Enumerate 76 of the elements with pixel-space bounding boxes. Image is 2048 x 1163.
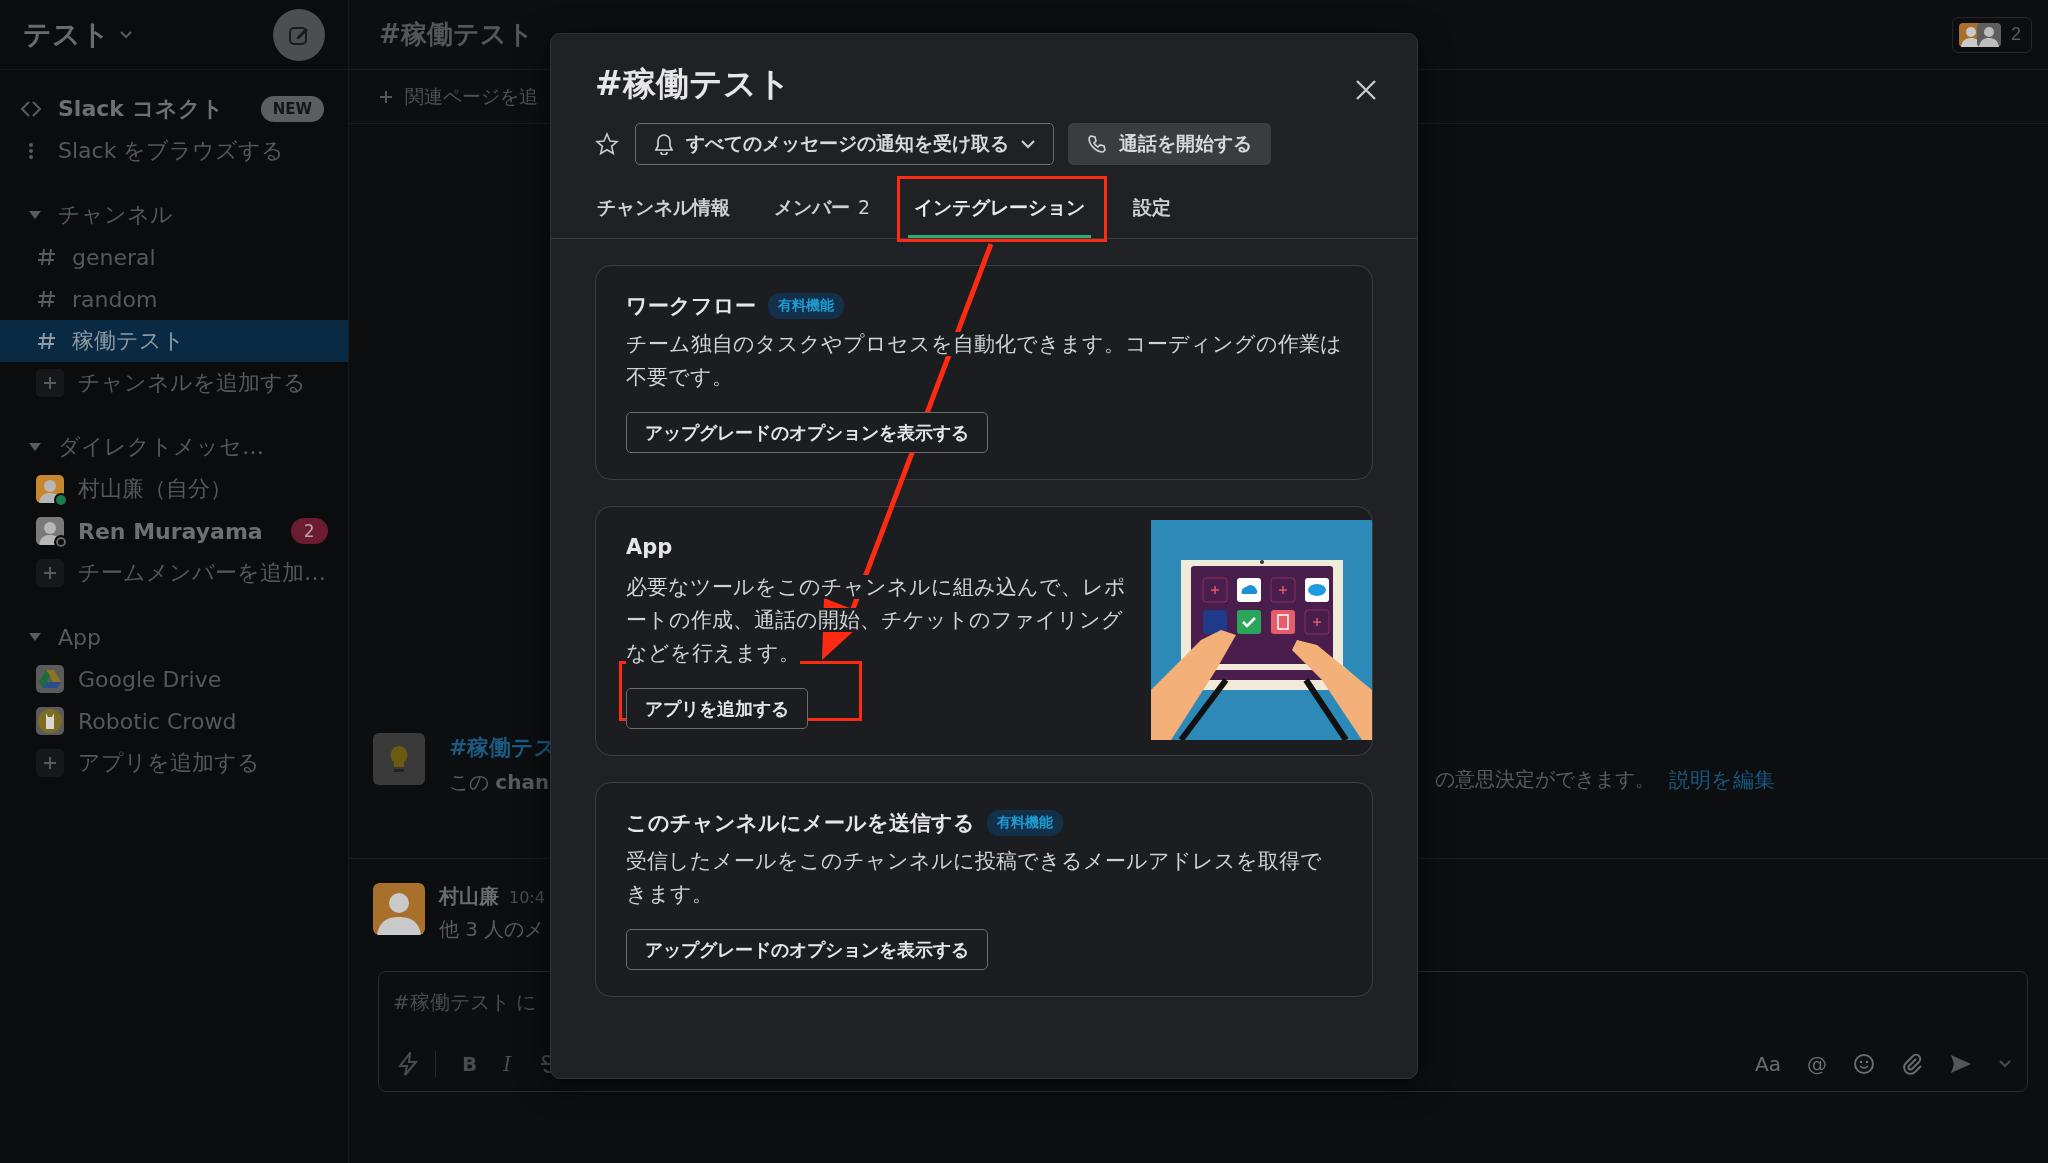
tab[interactable]: メンバー 2: [772, 183, 873, 238]
card-description: 受信したメールをこのチャンネルに投稿できるメールアドレスを取得できます。: [626, 848, 1323, 908]
format-button[interactable]: @: [1807, 1052, 1827, 1076]
tab[interactable]: インテグレーション: [908, 183, 1092, 238]
sidebar-item[interactable]: Robotic Crowd: [0, 700, 348, 742]
sidebar-item[interactable]: Google Drive: [0, 658, 348, 700]
format-button[interactable]: B: [462, 1052, 478, 1076]
card-description: 必要なツールをこのチャンネルに組み込んで、レポートの作成、通話の開始、チケットのファイリングなどを行えます。: [626, 574, 1127, 667]
section-header[interactable]: App: [0, 616, 348, 658]
plus-icon: [379, 89, 393, 104]
intro-text: の意思決定ができます。: [1435, 766, 1655, 793]
message-author[interactable]: 村山廉: [439, 883, 499, 910]
section-header[interactable]: ダイレクトメッセ…: [0, 426, 348, 468]
card-title: App: [626, 535, 673, 559]
message-time[interactable]: 10:4: [509, 888, 545, 907]
lightning-icon[interactable]: [397, 1052, 419, 1076]
compose-button[interactable]: [273, 8, 325, 61]
avatar-icon: [1977, 22, 2001, 47]
sidebar-item[interactable]: general: [0, 236, 348, 278]
caret-icon[interactable]: [1999, 1060, 2011, 1068]
sidebar-item[interactable]: Slack をブラウズする: [0, 130, 348, 172]
plus-icon: [36, 369, 64, 397]
send-icon[interactable]: [1949, 1053, 1973, 1075]
hash-icon: [36, 246, 58, 268]
channel-title[interactable]: #稼働テスト: [379, 17, 534, 52]
sidebar-item[interactable]: Slack コネクト NEW: [0, 88, 348, 130]
start-call-button[interactable]: 通話を開始する: [1068, 123, 1271, 165]
intro-text: この chan: [449, 769, 551, 796]
card-title: このチャンネルにメールを送信する: [626, 810, 975, 837]
bookmark-button[interactable]: 関連ページを追: [379, 83, 538, 110]
emoji-icon[interactable]: [1853, 1053, 1875, 1075]
add-app-button[interactable]: アプリを追加する: [626, 688, 808, 729]
new-badge: NEW: [260, 96, 324, 122]
upgrade-options-button[interactable]: アップグレードのオプションを表示する: [626, 929, 988, 970]
bell-icon: [654, 133, 674, 155]
caret-icon[interactable]: [120, 30, 132, 39]
message-input[interactable]: #稼働テスト に: [379, 972, 807, 1014]
notification-dropdown[interactable]: すべてのメッセージの通知を受け取る: [635, 123, 1054, 165]
format-button[interactable]: I: [503, 1052, 512, 1076]
card-title: ワークフロー: [626, 293, 756, 320]
message-text: 他 3 人のメ: [439, 916, 545, 943]
connect-icon: [20, 100, 42, 118]
sidebar-item[interactable]: Ren Murayama 2: [0, 510, 348, 552]
dialog-title: #稼働テスト: [595, 63, 791, 105]
cat-icon: [36, 707, 64, 735]
plus-icon: [36, 559, 64, 587]
avatar-icon: [373, 883, 425, 935]
hash-icon: [36, 288, 58, 310]
paid-badge: 有料機能: [768, 293, 844, 319]
section-header[interactable]: チャンネル: [0, 194, 348, 236]
card-description: チーム独自のタスクやプロセスを自動化できます。コーディングの作業は不要です。: [626, 331, 1342, 391]
sidebar-item[interactable]: チームメンバーを追加…: [0, 552, 348, 594]
sidebar-item[interactable]: 村山廉（自分）: [0, 468, 348, 510]
edit-description-link[interactable]: 説明を編集: [1669, 766, 1775, 794]
format-button[interactable]: Aa: [1755, 1052, 1781, 1076]
workspace-name[interactable]: テスト: [23, 15, 110, 54]
sidebar-item[interactable]: random: [0, 278, 348, 320]
caret-icon: [1021, 139, 1035, 149]
more-icon: [28, 142, 34, 160]
paperclip-icon[interactable]: [1901, 1053, 1923, 1075]
unread-badge: 2: [290, 518, 328, 544]
phone-icon: [1087, 134, 1107, 154]
close-icon[interactable]: [1355, 78, 1377, 101]
lightbulb-icon: [373, 733, 425, 785]
tab[interactable]: チャンネル情報: [595, 183, 732, 238]
sidebar-item[interactable]: 稼働テスト: [0, 320, 348, 362]
hash-icon: [36, 330, 58, 352]
star-icon[interactable]: [595, 132, 619, 156]
sidebar-item[interactable]: チャンネルを追加する: [0, 362, 348, 404]
plus-icon: [36, 749, 64, 777]
paid-badge: 有料機能: [987, 810, 1063, 836]
members-button[interactable]: 2: [1952, 16, 2032, 53]
drive-icon: [36, 665, 64, 693]
tab[interactable]: 設定: [1131, 183, 1174, 238]
sidebar-item[interactable]: アプリを追加する: [0, 742, 348, 784]
upgrade-options-button[interactable]: アップグレードのオプションを表示する: [626, 412, 988, 453]
